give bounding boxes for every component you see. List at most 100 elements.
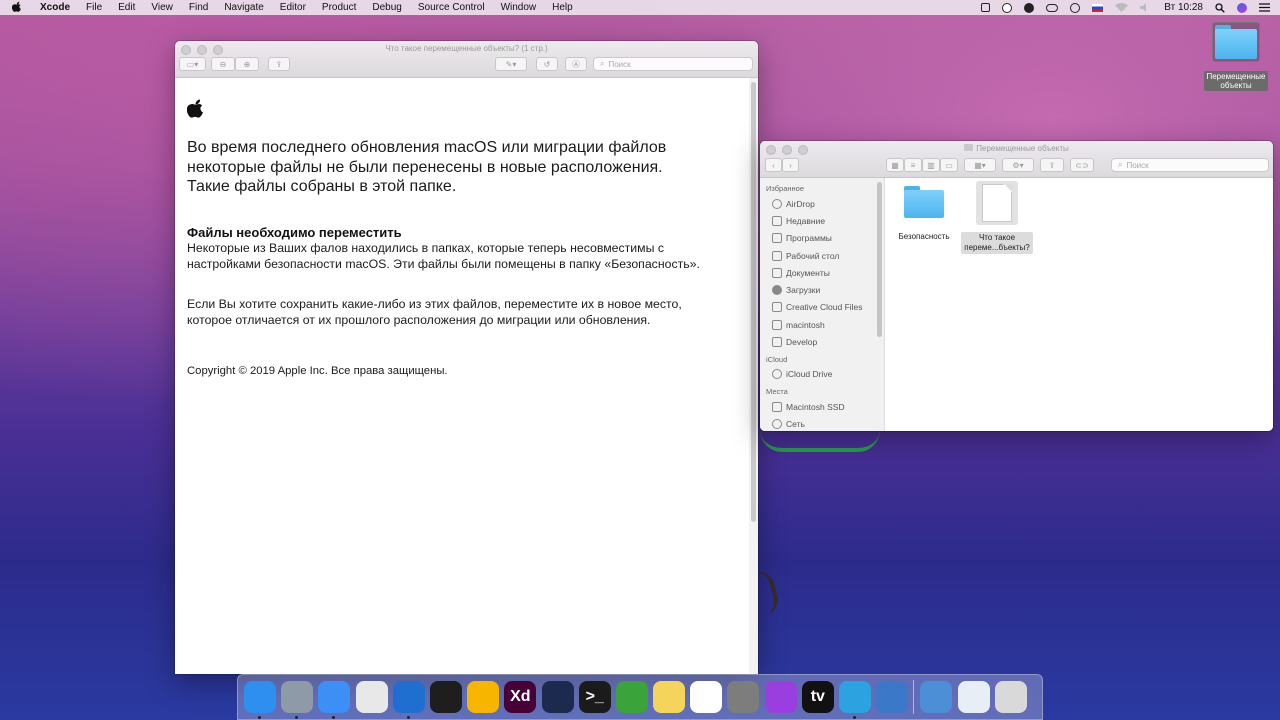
zoom-in-button[interactable]: ⊕ <box>235 57 259 71</box>
sidebar-scrollbar[interactable] <box>877 182 882 337</box>
sidebar-item-creative-cloud[interactable]: Creative Cloud Files <box>760 299 884 316</box>
dock-affinity-designer-icon[interactable] <box>541 681 574 713</box>
dock: Xd >_ tv <box>237 674 1043 720</box>
markup-pen-button[interactable]: ✎▾ <box>495 57 527 71</box>
list-icon: ≡ <box>910 160 916 170</box>
app-menu[interactable]: Xcode <box>32 2 78 13</box>
dock-terminal-icon[interactable]: >_ <box>578 681 611 713</box>
preview-toolbar: Что такое перемещенные объекты? (1 стр.)… <box>175 41 758 78</box>
menu-view[interactable]: View <box>143 2 181 13</box>
sidebar-item-label: Загрузки <box>786 285 821 296</box>
sidebar-item-label: iCloud Drive <box>786 369 833 380</box>
menu-help[interactable]: Help <box>544 2 581 13</box>
scroll-thumb[interactable] <box>751 82 756 522</box>
zoom-out-button[interactable]: ⊖ <box>211 57 235 71</box>
sidebar-item-label: Недавние <box>786 215 826 226</box>
dock-xd-icon[interactable]: Xd <box>504 681 537 713</box>
sidebar-item-network[interactable]: Сеть <box>760 415 884 431</box>
dock-launchpad-icon[interactable] <box>281 681 314 719</box>
dock-sketch-icon[interactable] <box>467 681 500 713</box>
search-field[interactable]: ⌕ Поиск <box>1111 158 1269 172</box>
action-button[interactable]: ⚙▾ <box>1002 158 1034 172</box>
dock-documents-stack-icon[interactable] <box>957 681 990 713</box>
share-icon: ⇪ <box>275 59 283 69</box>
sidebar-item-develop[interactable]: Develop <box>760 333 884 350</box>
rotate-button[interactable]: ↺ <box>536 57 558 71</box>
sidebar-item-label: macintosh <box>786 319 825 330</box>
apple-menu-icon[interactable] <box>0 1 32 15</box>
dock-chrome-icon[interactable] <box>355 681 388 713</box>
file-item-relocated-document[interactable]: Что такое переме...бъекты? <box>961 181 1033 254</box>
sidebar-item-airdrop[interactable]: AirDrop <box>760 195 884 212</box>
sidebar-toggle-button[interactable]: ▭▾ <box>179 57 206 71</box>
tags-button[interactable]: ⊂⊃ <box>1070 158 1094 172</box>
sidebar-item-macintosh-ssd[interactable]: Macintosh SSD <box>760 398 884 415</box>
share-button[interactable]: ⇪ <box>268 57 290 71</box>
extension-icon[interactable] <box>1002 2 1013 13</box>
sidebar-item-desktop[interactable]: Рабочий стол <box>760 247 884 264</box>
menu-window[interactable]: Window <box>493 2 545 13</box>
dock-safari-icon[interactable] <box>318 681 351 719</box>
time-machine-icon[interactable] <box>1070 2 1081 13</box>
markup-icon: Ⓐ <box>572 59 580 69</box>
menu-debug[interactable]: Debug <box>364 2 409 13</box>
group-button[interactable]: ▦▾ <box>964 158 996 172</box>
window-title: Перемещенные объекты <box>760 144 1273 153</box>
menu-editor[interactable]: Editor <box>272 2 314 13</box>
dock-podcasts-icon[interactable] <box>764 681 797 713</box>
dock-system-preferences-icon[interactable] <box>727 681 760 713</box>
desktop-folder-relocated-items[interactable]: Перемещенные объекты <box>1200 22 1272 93</box>
search-field[interactable]: ⌕ Поиск <box>593 57 753 71</box>
icon-view-button[interactable]: ▦ <box>886 158 904 172</box>
siri-icon[interactable] <box>1237 2 1247 13</box>
sidebar-item-downloads[interactable]: Загрузки <box>760 281 884 298</box>
menu-find[interactable]: Find <box>181 2 216 13</box>
creative-cloud-icon[interactable] <box>1046 3 1059 12</box>
notification-center-icon[interactable] <box>1259 3 1270 12</box>
dock-downloads-stack-icon[interactable] <box>920 681 953 713</box>
column-view-button[interactable]: ▥ <box>922 158 940 172</box>
dock-notes-icon[interactable] <box>653 681 686 713</box>
dock-xcode-icon[interactable] <box>392 681 425 719</box>
dock-tv-icon[interactable]: tv <box>801 681 834 713</box>
search-icon: ⌕ <box>1118 160 1123 169</box>
sidebar-item-applications[interactable]: Программы <box>760 230 884 247</box>
file-item-security-folder[interactable]: Безопасность <box>891 186 957 241</box>
menu-navigate[interactable]: Navigate <box>216 2 271 13</box>
sidebar-item-icloud-drive[interactable]: iCloud Drive <box>760 366 884 383</box>
back-button[interactable]: ‹ <box>765 158 782 172</box>
share-button[interactable]: ⇪ <box>1040 158 1064 172</box>
home-icon <box>772 319 782 330</box>
sidebar-item-home[interactable]: macintosh <box>760 316 884 333</box>
menu-product[interactable]: Product <box>314 2 364 13</box>
document-page: Во время последнего обновления macOS или… <box>175 78 749 674</box>
finder-title-text: Перемещенные объекты <box>976 144 1069 153</box>
menu-source-control[interactable]: Source Control <box>410 2 493 13</box>
search-icon[interactable] <box>1215 2 1225 13</box>
sidebar-item-recents[interactable]: Недавние <box>760 212 884 229</box>
menu-file[interactable]: File <box>78 2 110 13</box>
menu-edit[interactable]: Edit <box>110 2 143 13</box>
sidebar-item-documents[interactable]: Документы <box>760 264 884 281</box>
screen-icon[interactable] <box>981 3 991 12</box>
dock-trash-icon[interactable] <box>994 681 1027 713</box>
list-view-button[interactable]: ≡ <box>904 158 922 172</box>
wifi-icon[interactable] <box>1115 3 1129 12</box>
gallery-view-button[interactable]: ▭ <box>940 158 958 172</box>
dock-telegram-icon[interactable] <box>839 681 871 719</box>
dock-slack-icon[interactable] <box>690 681 723 713</box>
volume-icon[interactable] <box>1140 3 1152 12</box>
dock-finder-icon[interactable] <box>244 681 276 719</box>
clock-icon <box>772 215 782 226</box>
vertical-scrollbar[interactable] <box>749 78 758 674</box>
dock-icon-glyph: tv <box>810 688 825 705</box>
dock-figma-icon[interactable] <box>429 681 462 713</box>
forward-button[interactable]: › <box>782 158 799 172</box>
rotate-icon: ↺ <box>543 59 551 69</box>
input-source-flag-icon[interactable] <box>1092 3 1104 12</box>
dock-preview-icon[interactable] <box>876 681 909 713</box>
dock-leaf-icon[interactable] <box>615 681 648 713</box>
clock[interactable]: Вт 10:28 <box>1164 2 1203 13</box>
telegram-status-icon[interactable] <box>1024 2 1035 13</box>
markup-button[interactable]: Ⓐ <box>565 57 587 71</box>
